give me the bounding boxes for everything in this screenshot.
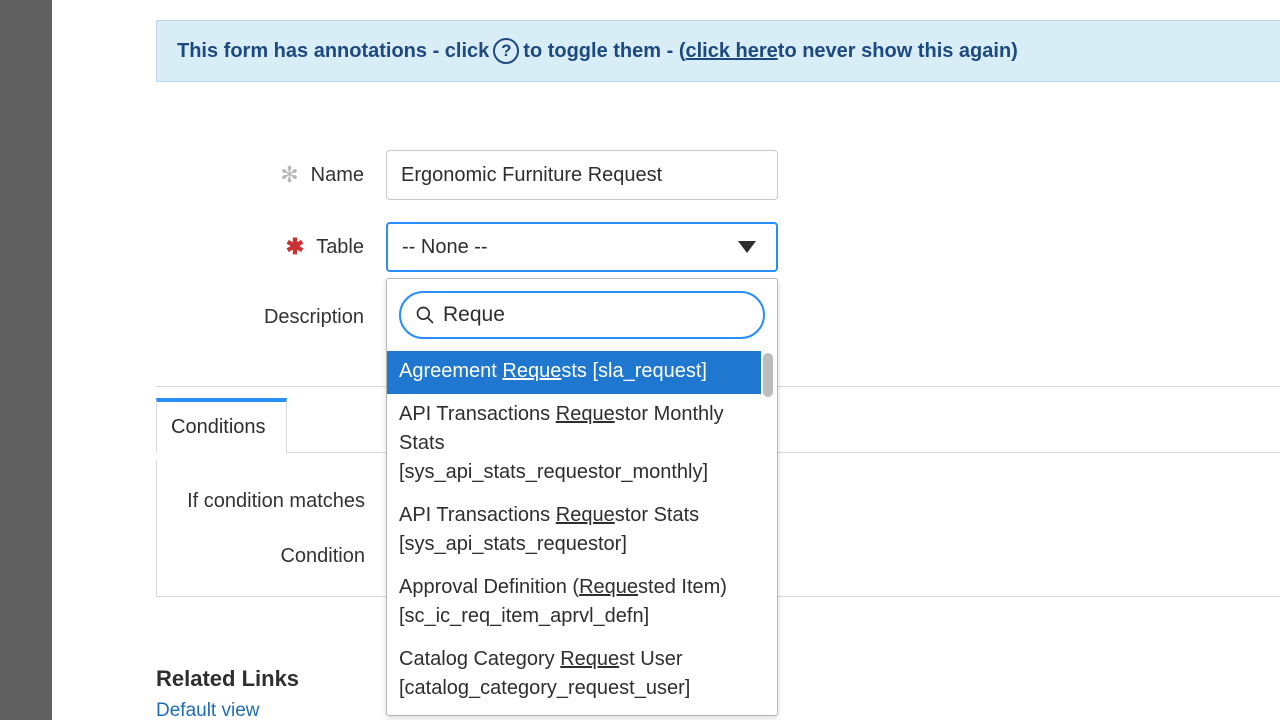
tab-conditions[interactable]: Conditions [156,398,287,453]
dropdown-search-input[interactable] [443,303,749,327]
related-links-heading: Related Links [156,666,299,692]
required-indicator: ✱ [286,234,304,260]
annotation-dismiss-link[interactable]: click here [685,40,777,63]
label-table: ✱ Table [156,222,386,272]
label-description: Description [156,292,386,342]
opt-pre: Catalog Category [399,648,560,670]
dropdown-option[interactable]: Catalog Category Request User [catalog_c… [387,639,761,711]
name-input[interactable] [386,150,778,200]
default-view-link[interactable]: Default view [156,700,260,720]
opt-pre: Agreement [399,360,502,382]
search-icon [415,305,435,325]
opt-match: Reque [556,504,615,526]
opt-pre: API Transactions [399,403,556,425]
opt-match: Reque [502,360,561,382]
label-description-text: Description [264,306,364,329]
dropdown-scrollbar[interactable] [763,353,773,397]
dropdown-option[interactable]: Approval Definition (Requested Item) [sc… [387,567,761,639]
dropdown-option[interactable]: Agreement Requests [sla_request] [387,351,761,394]
label-condition: Condition [157,545,387,568]
dropdown-options: Agreement Requests [sla_request] API Tra… [387,351,777,715]
row-table: ✱ Table -- None -- [156,222,1280,272]
opt-match: Reque [560,648,619,670]
table-select[interactable]: -- None -- [386,222,778,272]
form-area: ✻ Name ✱ Table -- None -- [156,150,1280,364]
dropdown-option[interactable]: API Transactions Requestor Monthly Stats… [387,394,761,495]
help-icon[interactable]: ? [493,38,519,64]
label-table-text: Table [316,236,364,259]
dropdown-search-box[interactable] [399,291,765,339]
left-gutter [0,0,52,720]
label-if-condition-matches: If condition matches [157,490,387,513]
annotation-text-post: to never show this again) [778,40,1018,63]
opt-post: sts [sla_request] [561,360,707,382]
table-select-value: -- None -- [402,236,488,259]
table-dropdown: Agreement Requests [sla_request] API Tra… [386,278,778,716]
opt-match: Reque [556,403,615,425]
opt-match: Reque [579,576,638,598]
required-indicator: ✻ [280,162,298,188]
related-links: Related Links Default view [156,666,299,720]
annotation-banner: This form has annotations - click ? to t… [156,20,1280,82]
chevron-down-icon [738,241,756,253]
opt-pre: Approval Definition ( [399,576,579,598]
label-name-text: Name [311,164,364,187]
dropdown-option[interactable]: API Transactions Requestor Stats [sys_ap… [387,495,761,567]
annotation-text-pre: This form has annotations - click [177,40,489,63]
opt-pre: API Transactions [399,504,556,526]
label-name: ✻ Name [156,150,386,200]
row-name: ✻ Name [156,150,1280,200]
annotation-text-mid: to toggle them - ( [523,40,685,63]
content-area: This form has annotations - click ? to t… [52,0,1280,720]
